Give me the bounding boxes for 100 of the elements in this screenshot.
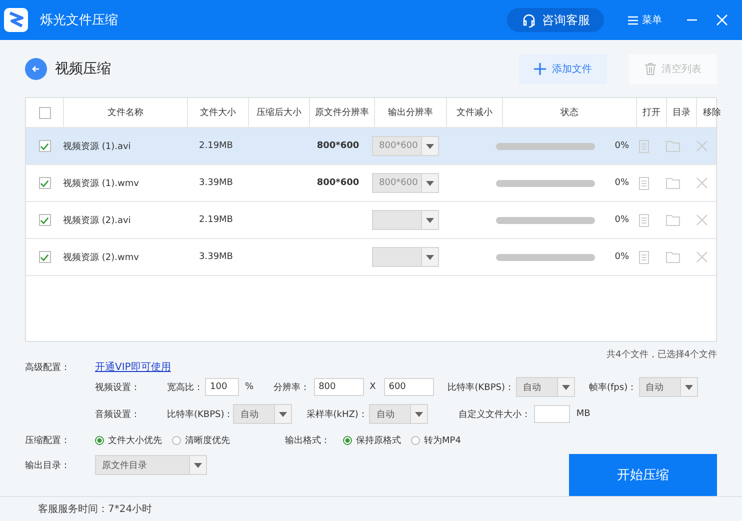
field-label: 自定义文件大小：: [458, 408, 530, 420]
settings-label: 高级配置：: [25, 362, 71, 374]
radio-option[interactable]: 文件大小优先: [95, 434, 162, 446]
progress-percent: 0%: [614, 252, 629, 262]
file-row[interactable]: 视频资源 (2).wmv 3.39MB 0%: [26, 239, 716, 276]
support-button[interactable]: 咨询客服: [507, 8, 604, 32]
field-label: 分辨率：: [274, 382, 310, 394]
column-header: 文件大小: [200, 106, 236, 119]
file-size: 3.39MB: [199, 178, 233, 188]
column-header: 打开: [642, 106, 660, 119]
menu-button[interactable]: 菜单: [622, 12, 668, 28]
close-icon[interactable]: [716, 14, 728, 26]
file-row[interactable]: 视频资源 (1).wmv 3.39MB 800*600 800*600 0%: [26, 165, 716, 202]
times-label: X: [370, 382, 376, 392]
caret-icon: [426, 218, 434, 222]
caret-icon: [426, 254, 434, 260]
field-label: 宽高比：: [167, 382, 203, 394]
column-header: 移除: [703, 106, 721, 119]
row-checkbox[interactable]: [38, 140, 50, 152]
file-name: 视频资源 (1).avi: [63, 140, 131, 152]
remove-icon[interactable]: [696, 177, 708, 189]
menu-icon: [628, 16, 638, 24]
caret-icon: [415, 412, 424, 416]
file-name: 视频资源 (1).wmv: [63, 178, 139, 190]
file-row[interactable]: 视频资源 (2).avi 2.19MB 0%: [26, 202, 716, 239]
folder-icon[interactable]: [666, 178, 680, 188]
progress-percent: 0%: [614, 141, 629, 151]
caret-icon: [194, 462, 202, 468]
folder-icon[interactable]: [666, 252, 680, 262]
row-checkbox[interactable]: [38, 251, 50, 263]
unit-label: %: [245, 382, 254, 392]
settings-label: 音频设置：: [95, 408, 141, 420]
column-header: 文件减小: [456, 106, 492, 119]
column-header: 目录: [672, 106, 690, 119]
progress-percent: 0%: [614, 178, 629, 188]
file-name: 视频资源 (2).wmv: [63, 252, 139, 264]
settings-label: 输出目录：: [25, 460, 71, 472]
field-label: 采样率(kHZ)：: [306, 408, 368, 420]
remove-icon[interactable]: [696, 251, 708, 263]
file-count-summary: 共4个文件，已选择4个文件: [606, 348, 717, 360]
document-icon[interactable]: [638, 176, 648, 190]
audio-bitrate-dropdown[interactable]: 自动: [233, 404, 292, 424]
caret-icon: [684, 384, 693, 390]
output-resolution-dropdown[interactable]: [372, 210, 439, 230]
sample-rate-dropdown[interactable]: 自动: [369, 404, 428, 424]
radio-option[interactable]: 清晰度优先: [172, 434, 230, 446]
field-label: 比特率(KBPS)：: [167, 408, 234, 420]
aspect-ratio-field[interactable]: 100: [205, 378, 239, 396]
height-field[interactable]: 600: [384, 378, 434, 396]
document-icon[interactable]: [638, 140, 648, 152]
folder-icon[interactable]: [666, 214, 680, 226]
vip-link[interactable]: 开通VIP即可使用: [95, 360, 171, 374]
folder-icon[interactable]: [666, 140, 680, 152]
field-label: 比特率(KBPS)：: [448, 382, 514, 394]
frame-rate-dropdown[interactable]: 自动: [638, 377, 698, 397]
add-file-button[interactable]: 添加文件: [519, 54, 607, 84]
progress-percent: 0%: [614, 215, 629, 225]
width-field[interactable]: 800: [314, 378, 364, 396]
back-icon[interactable]: [25, 58, 47, 80]
file-size: 3.39MB: [199, 252, 233, 262]
file-size: 2.19MB: [199, 215, 233, 225]
column-header: 文件名称: [108, 106, 144, 119]
video-bitrate-dropdown[interactable]: 自动: [516, 377, 575, 397]
column-header: 输出分辨率: [388, 106, 433, 119]
caret-icon: [279, 412, 288, 416]
service-hours: 客服服务时间：7*24小时: [38, 502, 152, 516]
plus-icon: [534, 62, 546, 74]
document-icon[interactable]: [638, 250, 648, 264]
page-title: 视频压缩: [55, 60, 111, 78]
row-checkbox[interactable]: [38, 214, 50, 226]
trash-icon: [644, 62, 656, 74]
column-header: 状态: [560, 106, 578, 119]
caret-icon: [562, 384, 570, 390]
unit-label: MB: [576, 409, 590, 419]
settings-label: 输出格式：: [285, 434, 331, 446]
source-resolution: 800*600: [316, 178, 360, 188]
row-checkbox[interactable]: [38, 177, 50, 189]
settings-label: 视频设置：: [95, 382, 141, 394]
remove-icon[interactable]: [696, 214, 708, 226]
file-name: 视频资源 (2).avi: [63, 214, 131, 226]
caret-icon: [426, 144, 434, 148]
radio-option[interactable]: 转为MP4: [411, 434, 461, 446]
document-icon[interactable]: [638, 214, 648, 226]
source-resolution: 800*600: [316, 141, 360, 151]
output-folder-dropdown[interactable]: 原文件目录: [95, 455, 207, 475]
column-header: 原文件分辨率: [315, 106, 369, 119]
radio-option[interactable]: 保持原格式: [343, 434, 401, 446]
custom-size-field[interactable]: [534, 405, 570, 423]
app-logo-icon: [4, 8, 28, 32]
output-resolution-dropdown[interactable]: [372, 247, 439, 267]
settings-label: 压缩配置：: [25, 434, 71, 446]
field-label: 帧率(fps)：: [588, 382, 637, 394]
file-row[interactable]: 视频资源 (1).avi 2.19MB 800*600 800*600 0%: [26, 128, 716, 165]
headset-icon: [521, 12, 537, 28]
start-compress-button[interactable]: 开始压缩: [569, 454, 717, 496]
remove-icon[interactable]: [696, 140, 708, 152]
file-size: 2.19MB: [199, 141, 233, 151]
window-title: 烁光文件压缩: [40, 12, 118, 29]
caret-icon: [426, 180, 434, 186]
select-all-checkbox[interactable]: [38, 106, 50, 118]
